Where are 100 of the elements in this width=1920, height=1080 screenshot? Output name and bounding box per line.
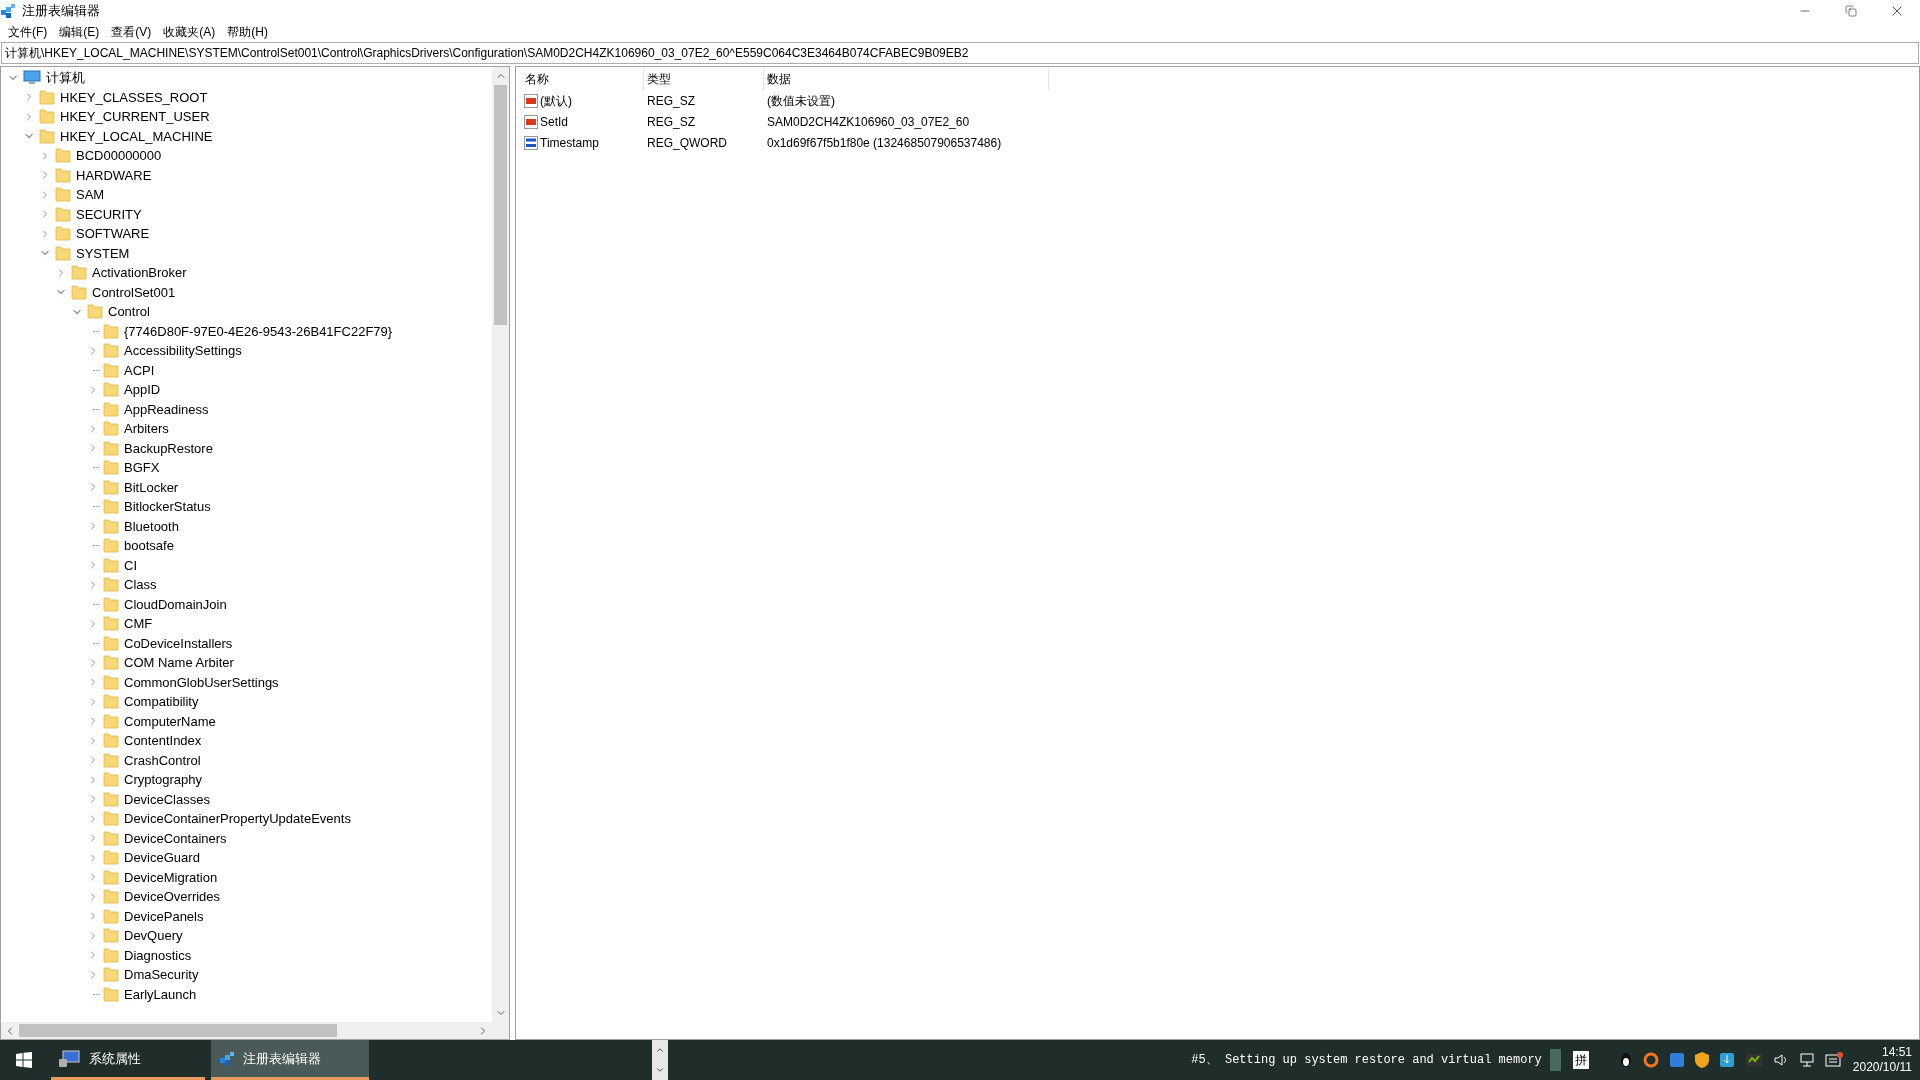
tree-item[interactable]: AppReadiness <box>124 399 209 419</box>
value-data: SAM0D2CH4ZK106960_03_07E2_60 <box>767 114 970 129</box>
tree-item[interactable]: BCD00000000 <box>76 146 162 166</box>
tree-item[interactable]: CloudDomainJoin <box>124 594 227 614</box>
column-header[interactable]: 数据 <box>764 68 1049 90</box>
monitor-icon <box>59 1049 81 1068</box>
horizontal-scrollbar[interactable] <box>1 1022 509 1039</box>
tree-item[interactable]: BackupRestore <box>124 438 213 458</box>
tree-item[interactable]: EarlyLaunch <box>124 984 197 1004</box>
tree-item[interactable]: ACPI <box>124 360 155 380</box>
string-value-icon <box>524 93 538 108</box>
tree-item[interactable]: HKEY_LOCAL_MACHINE <box>60 126 213 146</box>
tree-item[interactable]: Compatibility <box>124 692 199 712</box>
ring-icon[interactable] <box>1642 1052 1659 1068</box>
folder-icon <box>55 206 71 222</box>
tree-item[interactable]: BitlockerStatus <box>124 497 211 517</box>
tree-item[interactable]: DevicePanels <box>124 906 204 926</box>
folder-icon <box>103 616 119 632</box>
tree-item[interactable]: ContentIndex <box>124 731 202 751</box>
tree-item[interactable]: CrashControl <box>124 750 201 770</box>
scroll-thumb[interactable] <box>19 1024 337 1037</box>
value-name[interactable]: Timestamp <box>540 133 599 152</box>
network-icon[interactable] <box>1798 1052 1815 1068</box>
gpu-icon[interactable] <box>1744 1053 1763 1067</box>
menu-item[interactable]: 收藏夹(A) <box>157 23 222 41</box>
download-icon[interactable] <box>1718 1052 1735 1068</box>
tree-item[interactable]: BitLocker <box>124 477 179 497</box>
tree-item[interactable]: DeviceClasses <box>124 789 210 809</box>
folder-icon <box>103 791 119 807</box>
tree-item[interactable]: ComputerName <box>124 711 216 731</box>
folder-icon <box>103 596 119 612</box>
tree-item[interactable]: {7746D80F-97E0-4E26-9543-26B41FC22F79} <box>124 321 393 341</box>
vertical-scrollbar[interactable] <box>492 67 509 1022</box>
value-name[interactable]: SetId <box>540 112 569 131</box>
tree-item[interactable]: HKEY_CLASSES_ROOT <box>60 87 208 107</box>
tree-item[interactable]: Diagnostics <box>124 945 192 965</box>
tree-item[interactable]: CoDeviceInstallers <box>124 633 233 653</box>
folder-icon <box>103 440 119 456</box>
column-header[interactable]: 类型 <box>644 68 764 90</box>
folder-icon <box>103 460 119 476</box>
tree-item[interactable]: DeviceContainers <box>124 828 227 848</box>
tree-item[interactable]: AppID <box>124 380 161 400</box>
taskbar-button[interactable]: 系统属性 <box>51 1040 205 1080</box>
folder-icon <box>103 577 119 593</box>
ime-indicator[interactable]: 拼 <box>1572 1051 1589 1069</box>
notification-icon[interactable] <box>1824 1052 1843 1068</box>
tree-item[interactable]: 计算机 <box>46 68 85 88</box>
tree-item[interactable]: DeviceOverrides <box>124 887 221 907</box>
tree-item[interactable]: SECURITY <box>76 204 142 224</box>
tree-item[interactable]: AccessibilitySettings <box>124 341 242 361</box>
tree-item[interactable]: HKEY_CURRENT_USER <box>60 107 210 127</box>
value-name[interactable]: (默认) <box>540 91 572 110</box>
value-type: REG_SZ <box>647 93 695 108</box>
folder-icon <box>103 674 119 690</box>
tree-item[interactable]: Bluetooth <box>124 516 179 536</box>
tree-item[interactable]: DevQuery <box>124 926 183 946</box>
square-app-icon[interactable] <box>1668 1052 1685 1068</box>
menu-item[interactable]: 编辑(E) <box>53 23 106 41</box>
cubes-icon <box>219 1050 235 1067</box>
menu-item[interactable]: 文件(F) <box>2 23 54 41</box>
tree-item[interactable]: BGFX <box>124 458 160 478</box>
shield-icon[interactable] <box>1694 1052 1709 1068</box>
tree-item[interactable]: HARDWARE <box>76 165 152 185</box>
folder-icon <box>55 148 71 164</box>
clock-time[interactable]: 14:51 <box>1881 1045 1912 1060</box>
scroll-thumb[interactable] <box>494 85 507 325</box>
tree-item[interactable]: DmaSecurity <box>124 965 199 985</box>
tree-item[interactable]: CMF <box>124 614 153 634</box>
tree-item[interactable]: COM Name Arbiter <box>124 653 234 673</box>
tree-item[interactable]: Control <box>108 302 150 322</box>
penguin-icon[interactable] <box>1618 1052 1633 1068</box>
folder-icon <box>103 382 119 398</box>
menu-item[interactable]: 查看(V) <box>105 23 158 41</box>
tree-item[interactable]: DeviceMigration <box>124 867 218 887</box>
folder-icon <box>39 128 55 144</box>
folder-icon <box>103 694 119 710</box>
tree-item[interactable]: CommonGlobUserSettings <box>124 672 279 692</box>
address-bar[interactable]: 计算机\HKEY_LOCAL_MACHINE\SYSTEM\ControlSet001\Control\GraphicsDrivers\Configuration\SAM0D2CH4ZK106960_03_07E2_60^E559C064C3E3464B074CFABEC9B09EB2 <box>1 42 1919 64</box>
tree-item[interactable]: ControlSet001 <box>92 282 176 302</box>
folder-icon <box>103 733 119 749</box>
tree-item[interactable]: SAM <box>76 185 105 205</box>
clock-date[interactable]: 2020/10/11 <box>1852 1060 1912 1075</box>
speaker-icon[interactable] <box>1772 1052 1789 1068</box>
tree-item[interactable]: Cryptography <box>124 770 203 790</box>
tree-item[interactable]: SYSTEM <box>76 243 130 263</box>
taskbar-button[interactable]: 注册表编辑器 <box>211 1040 369 1080</box>
folder-icon <box>103 538 119 554</box>
tree-item[interactable]: DeviceGuard <box>124 848 200 868</box>
folder-icon <box>103 713 119 729</box>
tree-item[interactable]: Arbiters <box>124 419 169 439</box>
tree-item[interactable]: CI <box>124 555 137 575</box>
menu-item[interactable]: 帮助(H) <box>221 23 274 41</box>
tree-item[interactable]: bootsafe <box>124 536 174 556</box>
tree-item[interactable]: ActivationBroker <box>92 263 187 283</box>
tree-item[interactable]: SOFTWARE <box>76 224 150 244</box>
tree-item[interactable]: Class <box>124 575 157 595</box>
folder-icon <box>103 908 119 924</box>
scroll-arrows[interactable] <box>652 1040 668 1080</box>
tree-item[interactable]: DeviceContainerPropertyUpdateEvents <box>124 809 351 829</box>
column-header[interactable]: 名称 <box>522 68 644 90</box>
